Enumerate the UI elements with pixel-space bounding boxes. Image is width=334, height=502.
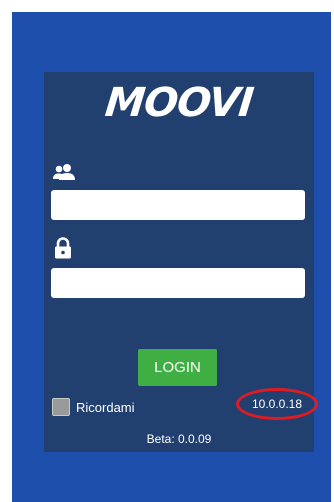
username-field[interactable] [51,190,305,220]
remember-checkbox[interactable] [52,398,70,416]
remember-label: Ricordami [76,400,135,415]
users-icon [53,164,75,180]
login-button[interactable]: LOGIN [138,349,217,386]
password-field[interactable] [51,268,305,298]
version-label: 10.0.0.18 [236,388,318,420]
beta-version-label: Beta: 0.0.09 [146,432,212,446]
lock-icon [55,237,71,259]
app-logo: MOOVI [102,80,256,126]
